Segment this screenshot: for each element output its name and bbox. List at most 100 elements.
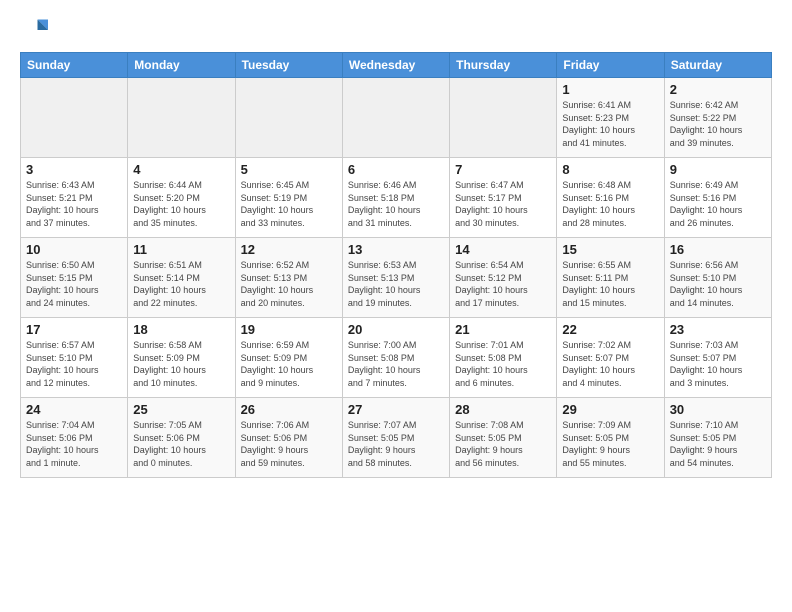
day-number: 25 xyxy=(133,402,229,417)
day-info: Sunrise: 7:06 AM Sunset: 5:06 PM Dayligh… xyxy=(241,419,337,469)
calendar-cell xyxy=(342,78,449,158)
calendar-cell: 25 Sunrise: 7:05 AM Sunset: 5:06 PM Dayli… xyxy=(128,398,235,478)
day-number: 11 xyxy=(133,242,229,257)
day-number: 10 xyxy=(26,242,122,257)
day-number: 24 xyxy=(26,402,122,417)
day-number: 6 xyxy=(348,162,444,177)
day-info: Sunrise: 6:45 AM Sunset: 5:19 PM Dayligh… xyxy=(241,179,337,229)
weekday-header-tuesday: Tuesday xyxy=(235,53,342,78)
day-number: 18 xyxy=(133,322,229,337)
calendar-cell xyxy=(235,78,342,158)
calendar-cell xyxy=(21,78,128,158)
day-info: Sunrise: 6:52 AM Sunset: 5:13 PM Dayligh… xyxy=(241,259,337,309)
day-info: Sunrise: 7:00 AM Sunset: 5:08 PM Dayligh… xyxy=(348,339,444,389)
day-info: Sunrise: 7:03 AM Sunset: 5:07 PM Dayligh… xyxy=(670,339,766,389)
day-info: Sunrise: 7:10 AM Sunset: 5:05 PM Dayligh… xyxy=(670,419,766,469)
calendar-cell: 4 Sunrise: 6:44 AM Sunset: 5:20 PM Daylig… xyxy=(128,158,235,238)
day-number: 20 xyxy=(348,322,444,337)
day-number: 5 xyxy=(241,162,337,177)
page: SundayMondayTuesdayWednesdayThursdayFrid… xyxy=(0,0,792,488)
calendar-cell: 10 Sunrise: 6:50 AM Sunset: 5:15 PM Dayli… xyxy=(21,238,128,318)
day-info: Sunrise: 6:53 AM Sunset: 5:13 PM Dayligh… xyxy=(348,259,444,309)
calendar-cell: 17 Sunrise: 6:57 AM Sunset: 5:10 PM Dayli… xyxy=(21,318,128,398)
day-info: Sunrise: 7:08 AM Sunset: 5:05 PM Dayligh… xyxy=(455,419,551,469)
day-number: 9 xyxy=(670,162,766,177)
day-info: Sunrise: 6:51 AM Sunset: 5:14 PM Dayligh… xyxy=(133,259,229,309)
day-info: Sunrise: 6:44 AM Sunset: 5:20 PM Dayligh… xyxy=(133,179,229,229)
calendar-week-1: 1 Sunrise: 6:41 AM Sunset: 5:23 PM Daylig… xyxy=(21,78,772,158)
day-info: Sunrise: 7:09 AM Sunset: 5:05 PM Dayligh… xyxy=(562,419,658,469)
calendar-cell: 2 Sunrise: 6:42 AM Sunset: 5:22 PM Daylig… xyxy=(664,78,771,158)
day-number: 15 xyxy=(562,242,658,257)
calendar-cell: 6 Sunrise: 6:46 AM Sunset: 5:18 PM Daylig… xyxy=(342,158,449,238)
calendar-body: 1 Sunrise: 6:41 AM Sunset: 5:23 PM Daylig… xyxy=(21,78,772,478)
day-number: 21 xyxy=(455,322,551,337)
day-info: Sunrise: 6:54 AM Sunset: 5:12 PM Dayligh… xyxy=(455,259,551,309)
calendar-week-5: 24 Sunrise: 7:04 AM Sunset: 5:06 PM Dayli… xyxy=(21,398,772,478)
day-info: Sunrise: 7:01 AM Sunset: 5:08 PM Dayligh… xyxy=(455,339,551,389)
day-number: 16 xyxy=(670,242,766,257)
calendar-cell: 26 Sunrise: 7:06 AM Sunset: 5:06 PM Dayli… xyxy=(235,398,342,478)
day-number: 19 xyxy=(241,322,337,337)
calendar-cell: 11 Sunrise: 6:51 AM Sunset: 5:14 PM Dayli… xyxy=(128,238,235,318)
calendar-cell: 7 Sunrise: 6:47 AM Sunset: 5:17 PM Daylig… xyxy=(450,158,557,238)
calendar-week-3: 10 Sunrise: 6:50 AM Sunset: 5:15 PM Dayli… xyxy=(21,238,772,318)
calendar-cell: 21 Sunrise: 7:01 AM Sunset: 5:08 PM Dayli… xyxy=(450,318,557,398)
day-info: Sunrise: 6:58 AM Sunset: 5:09 PM Dayligh… xyxy=(133,339,229,389)
day-info: Sunrise: 7:05 AM Sunset: 5:06 PM Dayligh… xyxy=(133,419,229,469)
weekday-header-sunday: Sunday xyxy=(21,53,128,78)
day-info: Sunrise: 7:04 AM Sunset: 5:06 PM Dayligh… xyxy=(26,419,122,469)
calendar-cell: 9Sunrise: 6:49 AM Sunset: 5:16 PM Daylig… xyxy=(664,158,771,238)
calendar-cell: 1 Sunrise: 6:41 AM Sunset: 5:23 PM Daylig… xyxy=(557,78,664,158)
day-number: 3 xyxy=(26,162,122,177)
day-number: 8 xyxy=(562,162,658,177)
day-info: Sunrise: 7:07 AM Sunset: 5:05 PM Dayligh… xyxy=(348,419,444,469)
calendar-week-4: 17 Sunrise: 6:57 AM Sunset: 5:10 PM Dayli… xyxy=(21,318,772,398)
day-info: Sunrise: 6:46 AM Sunset: 5:18 PM Dayligh… xyxy=(348,179,444,229)
day-info: Sunrise: 6:41 AM Sunset: 5:23 PM Dayligh… xyxy=(562,99,658,149)
day-number: 26 xyxy=(241,402,337,417)
calendar-cell: 22Sunrise: 7:02 AM Sunset: 5:07 PM Dayli… xyxy=(557,318,664,398)
day-number: 28 xyxy=(455,402,551,417)
day-info: Sunrise: 6:43 AM Sunset: 5:21 PM Dayligh… xyxy=(26,179,122,229)
header xyxy=(20,16,772,44)
weekday-header-saturday: Saturday xyxy=(664,53,771,78)
day-info: Sunrise: 6:59 AM Sunset: 5:09 PM Dayligh… xyxy=(241,339,337,389)
calendar-cell: 15Sunrise: 6:55 AM Sunset: 5:11 PM Dayli… xyxy=(557,238,664,318)
calendar-header: SundayMondayTuesdayWednesdayThursdayFrid… xyxy=(21,53,772,78)
calendar-cell: 27 Sunrise: 7:07 AM Sunset: 5:05 PM Dayli… xyxy=(342,398,449,478)
day-info: Sunrise: 6:56 AM Sunset: 5:10 PM Dayligh… xyxy=(670,259,766,309)
day-number: 27 xyxy=(348,402,444,417)
weekday-header-thursday: Thursday xyxy=(450,53,557,78)
day-number: 1 xyxy=(562,82,658,97)
calendar-week-2: 3 Sunrise: 6:43 AM Sunset: 5:21 PM Daylig… xyxy=(21,158,772,238)
day-info: Sunrise: 6:50 AM Sunset: 5:15 PM Dayligh… xyxy=(26,259,122,309)
day-info: Sunrise: 7:02 AM Sunset: 5:07 PM Dayligh… xyxy=(562,339,658,389)
calendar-cell: 28 Sunrise: 7:08 AM Sunset: 5:05 PM Dayli… xyxy=(450,398,557,478)
calendar-cell: 19 Sunrise: 6:59 AM Sunset: 5:09 PM Dayli… xyxy=(235,318,342,398)
weekday-header-friday: Friday xyxy=(557,53,664,78)
calendar-cell: 13 Sunrise: 6:53 AM Sunset: 5:13 PM Dayli… xyxy=(342,238,449,318)
day-number: 30 xyxy=(670,402,766,417)
day-info: Sunrise: 6:57 AM Sunset: 5:10 PM Dayligh… xyxy=(26,339,122,389)
day-info: Sunrise: 6:42 AM Sunset: 5:22 PM Dayligh… xyxy=(670,99,766,149)
day-number: 12 xyxy=(241,242,337,257)
day-number: 17 xyxy=(26,322,122,337)
calendar-cell: 16 Sunrise: 6:56 AM Sunset: 5:10 PM Dayli… xyxy=(664,238,771,318)
calendar: SundayMondayTuesdayWednesdayThursdayFrid… xyxy=(20,52,772,478)
weekday-row: SundayMondayTuesdayWednesdayThursdayFrid… xyxy=(21,53,772,78)
calendar-cell: 20 Sunrise: 7:00 AM Sunset: 5:08 PM Dayli… xyxy=(342,318,449,398)
day-number: 7 xyxy=(455,162,551,177)
day-number: 4 xyxy=(133,162,229,177)
day-number: 13 xyxy=(348,242,444,257)
calendar-cell: 14Sunrise: 6:54 AM Sunset: 5:12 PM Dayli… xyxy=(450,238,557,318)
calendar-cell: 30 Sunrise: 7:10 AM Sunset: 5:05 PM Dayli… xyxy=(664,398,771,478)
calendar-cell: 24 Sunrise: 7:04 AM Sunset: 5:06 PM Dayli… xyxy=(21,398,128,478)
calendar-cell: 8Sunrise: 6:48 AM Sunset: 5:16 PM Daylig… xyxy=(557,158,664,238)
logo-icon xyxy=(20,16,48,44)
calendar-cell xyxy=(128,78,235,158)
day-info: Sunrise: 6:47 AM Sunset: 5:17 PM Dayligh… xyxy=(455,179,551,229)
calendar-cell: 29Sunrise: 7:09 AM Sunset: 5:05 PM Dayli… xyxy=(557,398,664,478)
calendar-cell: 3 Sunrise: 6:43 AM Sunset: 5:21 PM Daylig… xyxy=(21,158,128,238)
day-number: 2 xyxy=(670,82,766,97)
